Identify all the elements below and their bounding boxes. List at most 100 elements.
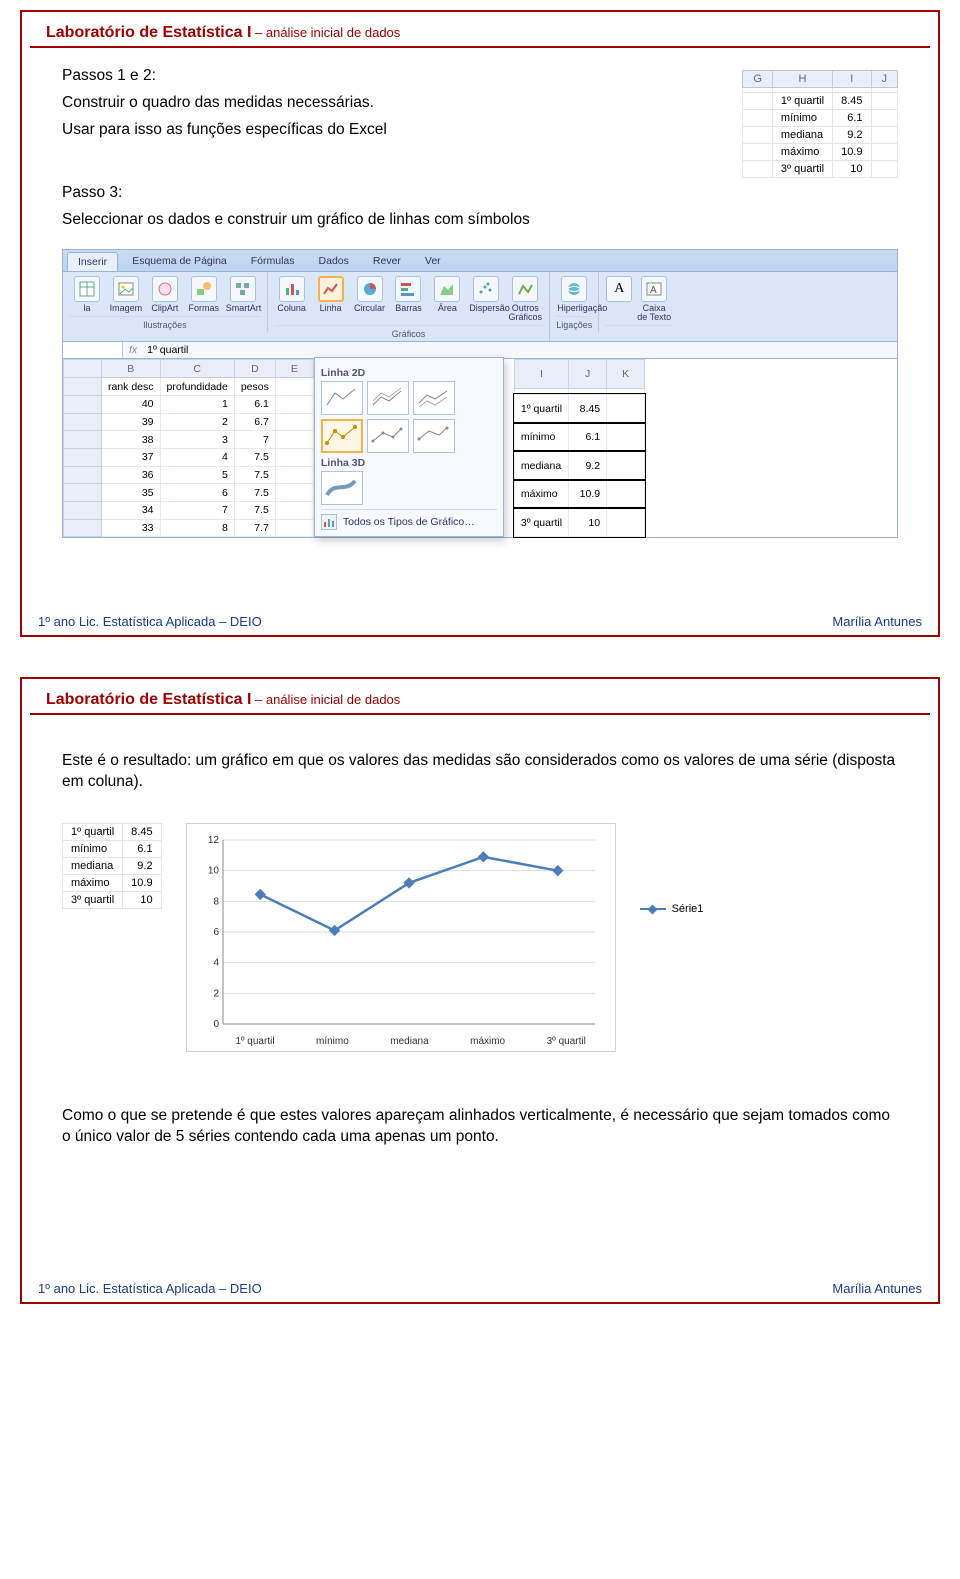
legend-swatch [640, 908, 666, 910]
image-icon [113, 276, 139, 302]
ribbon-btn-coluna[interactable]: Coluna [275, 276, 309, 313]
line-chart-dropdown[interactable]: Linha 2D Linha 3D [314, 357, 504, 537]
ribbon-btn-imagem[interactable]: Imagem [109, 276, 143, 313]
clipart-icon [152, 276, 178, 302]
svg-text:4: 4 [213, 958, 219, 969]
col-h: H [772, 71, 832, 88]
column-chart-icon [279, 276, 305, 302]
chart-legend: Série1 [640, 903, 704, 915]
dd-section-2d: Linha 2D [321, 367, 497, 379]
chart-canvas: 024681012 [195, 832, 605, 1032]
ribbon-btn-a[interactable]: A [606, 276, 632, 304]
footer-left: 1º ano Lic. Estatística Aplicada – DEIO [38, 614, 262, 629]
header-subtitle: análise inicial de dados [266, 25, 400, 40]
ribbon-btn-smartart[interactable]: SmartArt [226, 276, 260, 313]
dd-all-types[interactable]: Todos os Tipos de Gráfico… [321, 509, 497, 530]
tab-inserir[interactable]: Inserir [67, 252, 118, 271]
text-seleccionar: Seleccionar os dados e construir um gráf… [62, 210, 712, 231]
header-title: Laboratório de Estatística I [46, 24, 251, 41]
ribbon-tabs: Inserir Esquema de Página Fórmulas Dados… [63, 250, 897, 272]
area-chart-icon [434, 276, 460, 302]
table-icon [74, 276, 100, 302]
ribbon-btn-linha[interactable]: Linha [314, 276, 348, 313]
header-sep: – [251, 25, 265, 40]
fx-value[interactable]: 1º quartil [143, 342, 192, 358]
text-resultado: Este é o resultado: um gráfico em que os… [62, 751, 898, 793]
line-2d-stacked[interactable] [367, 381, 409, 415]
all-types-icon [321, 514, 337, 530]
text-construir: Construir o quadro das medidas necessári… [62, 93, 712, 114]
group-label-graficos: Gráficos [274, 325, 544, 339]
scatter-chart-icon [473, 276, 499, 302]
line-chart: 024681012 1º quartilmínimomedianamáximo3… [186, 823, 616, 1052]
text-pretende: Como o que se pretende é que estes valor… [62, 1106, 898, 1148]
header-title: Laboratório de Estatística I [46, 691, 251, 708]
sheet-right: IJK 1º quartil8.45 mínimo6.1 mediana9.2 … [514, 359, 645, 537]
ribbon-btn-formas[interactable]: Formas [187, 276, 221, 313]
line-2d-markers-stacked[interactable] [367, 419, 409, 453]
tab-rever[interactable]: Rever [363, 252, 411, 271]
svg-text:12: 12 [207, 835, 219, 846]
line-2d-markers-100[interactable] [413, 419, 455, 453]
slide-1: Laboratório de Estatística I – análise i… [20, 10, 940, 637]
svg-text:10: 10 [207, 866, 219, 877]
text-a-icon: A [606, 276, 632, 302]
excel-ribbon: Inserir Esquema de Página Fórmulas Dados… [62, 249, 898, 539]
ribbon-btn-area[interactable]: Área [430, 276, 464, 313]
ribbon-btn-clipart[interactable]: ClipArt [148, 276, 182, 313]
ribbon-btn-circular[interactable]: Circular [353, 276, 387, 313]
ribbon-btn-la[interactable]: la [70, 276, 104, 313]
line-3d[interactable] [321, 471, 363, 505]
tab-dados[interactable]: Dados [309, 252, 359, 271]
name-box[interactable] [63, 342, 123, 358]
slide-header: Laboratório de Estatística I – análise i… [30, 685, 930, 715]
ribbon-group-ilustracoes: la Imagem ClipArt Formas SmartArt Ilustr… [63, 272, 268, 332]
sheet-left: BCDE rank descprofundidadepesos 4016.1 3… [63, 359, 314, 537]
stats-table-2: 1º quartil8.45 mínimo6.1 mediana9.2 máxi… [62, 823, 162, 909]
slide-footer: 1º ano Lic. Estatística Aplicada – DEIO … [22, 608, 938, 635]
shapes-icon [191, 276, 217, 302]
slide-header: Laboratório de Estatística I – análise i… [30, 18, 930, 48]
pie-chart-icon [357, 276, 383, 302]
col-j: J [871, 71, 898, 88]
ribbon-btn-dispersao[interactable]: Dispersão [469, 276, 503, 313]
footer-right: Marília Antunes [832, 614, 922, 629]
ribbon-group-texto: A ACaixa de Texto [599, 272, 678, 342]
other-charts-icon [512, 276, 538, 302]
fx-label: fx [123, 344, 143, 356]
ribbon-btn-caixa-texto[interactable]: ACaixa de Texto [637, 276, 671, 323]
slide-footer: 1º ano Lic. Estatística Aplicada – DEIO … [22, 1275, 938, 1302]
textbox-icon: A [641, 276, 667, 302]
stats-mini-table: G H I J 1º quartil8.45 mínimo6.1 mediana… [742, 70, 898, 178]
line-2d-markers[interactable] [321, 419, 363, 453]
ribbon-group-graficos: Coluna Linha Circular Barras Área Disper… [268, 272, 551, 342]
tab-ver[interactable]: Ver [415, 252, 451, 271]
ribbon-btn-barras[interactable]: Barras [391, 276, 425, 313]
slide-2: Laboratório de Estatística I – análise i… [20, 677, 940, 1304]
svg-text:2: 2 [213, 988, 219, 999]
line-chart-icon [318, 276, 344, 302]
ribbon-btn-outros[interactable]: Outros Gráficos [508, 276, 542, 323]
bar-chart-icon [395, 276, 421, 302]
col-i: I [833, 71, 871, 88]
group-label-ligacoes: Ligações [556, 316, 592, 330]
tab-esquema[interactable]: Esquema de Página [122, 252, 237, 271]
col-g: G [743, 71, 773, 88]
ribbon-btn-hiperligacao[interactable]: Hiperligação [557, 276, 591, 313]
line-2d-plain[interactable] [321, 381, 363, 415]
hyperlink-icon [561, 276, 587, 302]
chart-x-labels: 1º quartilmínimomedianamáximo3º quartil [195, 1032, 607, 1049]
dd-section-3d: Linha 3D [321, 457, 497, 469]
text-passo3: Passo 3: [62, 183, 712, 204]
svg-text:8: 8 [213, 896, 219, 907]
line-2d-100[interactable] [413, 381, 455, 415]
svg-text:6: 6 [213, 927, 219, 938]
worksheet[interactable]: BCDE rank descprofundidadepesos 4016.1 3… [63, 359, 897, 537]
tab-formulas[interactable]: Fórmulas [241, 252, 305, 271]
text-passos12: Passos 1 e 2: [62, 66, 712, 87]
text-usar: Usar para isso as funções específicas do… [62, 120, 712, 141]
footer-right: Marília Antunes [832, 1281, 922, 1296]
header-sep: – [251, 692, 265, 707]
group-label-ilustracoes: Ilustrações [69, 316, 261, 330]
footer-left: 1º ano Lic. Estatística Aplicada – DEIO [38, 1281, 262, 1296]
